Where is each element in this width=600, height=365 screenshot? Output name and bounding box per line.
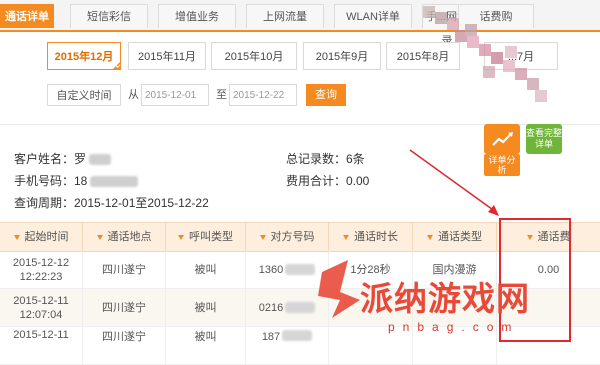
- watermark-text: 派纳游戏网: [360, 279, 530, 318]
- watermark-url: pnbag.com: [388, 320, 520, 334]
